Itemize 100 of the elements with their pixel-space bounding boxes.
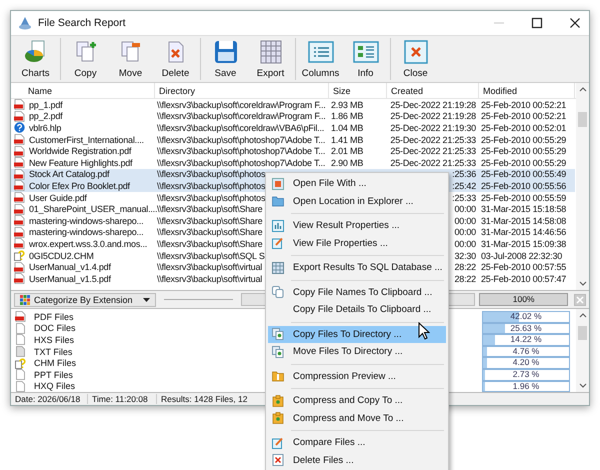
column-header[interactable]: Directory [155, 83, 329, 98]
close-icon[interactable] [569, 17, 581, 29]
menu-item[interactable]: Export Results To SQL Database ... [268, 259, 446, 276]
app-logo-icon [18, 16, 32, 30]
column-header[interactable]: Name [11, 83, 155, 98]
table-cell: 1.86 MB [331, 111, 364, 122]
table-cell: \\flexsrv3\backup\soft\coreldraw\VBA6\pFil... [157, 122, 324, 133]
share-label: 42.02 % [509, 312, 543, 322]
toolbar-button[interactable]: Export [248, 36, 293, 82]
pdf-file-icon [14, 262, 25, 273]
column-header[interactable]: Size [329, 83, 387, 98]
table-cell[interactable]: UserManual_v1.5.pdf [29, 274, 111, 284]
pdf-file-icon [14, 215, 25, 226]
pdf-file-icon [14, 238, 25, 250]
menu-item[interactable]: Compress and Copy To ... [268, 392, 446, 410]
column-header[interactable]: Created [387, 83, 479, 98]
table-cell: 28:22 [454, 262, 476, 272]
scroll-thumb[interactable] [578, 112, 587, 127]
edit-icon [272, 436, 284, 449]
scroll-up-icon[interactable] [578, 312, 586, 318]
table-cell[interactable]: vblr6.hlp [29, 122, 62, 133]
menu-item[interactable]: View Result Properties ... [268, 217, 446, 234]
status-text: Date: 2026/06/18 [11, 394, 88, 404]
column-header[interactable]: Modified [479, 83, 575, 98]
window-title: File Search Report [38, 17, 126, 29]
toolbar-button[interactable]: Charts [13, 36, 58, 82]
menu-item[interactable]: Copy Files To Directory ... [268, 326, 446, 343]
menu-item[interactable]: Open File With ... [268, 175, 446, 192]
share-label: 2.73 % [512, 370, 540, 380]
menu-item[interactable]: Open Location in Explorer ... [268, 192, 446, 210]
scroll-down-icon[interactable] [578, 281, 586, 287]
menu-item[interactable]: Compression Preview ... [268, 368, 446, 385]
status-text: Results: 1428 Files, 12 [160, 394, 248, 404]
category-name[interactable]: HXQ Files [34, 381, 76, 392]
table-cell: :25:33 [452, 192, 476, 203]
toolbar-button[interactable]: Delete [153, 36, 198, 82]
list-icon [308, 40, 334, 64]
maximize-icon[interactable] [531, 17, 543, 29]
table-cell[interactable]: pp_1.pdf [29, 100, 62, 110]
table-cell[interactable]: UserManual_v1.4.pdf [29, 262, 111, 272]
archive-icon [272, 412, 284, 424]
pdf-file-icon [14, 99, 25, 110]
table-cell: \\flexsrv3\backup\soft\Share [157, 216, 262, 226]
category-name[interactable]: HXS Files [34, 334, 74, 345]
toolbar-button[interactable]: Info [343, 36, 388, 82]
table-cell[interactable]: mastering-windows-sharepo... [29, 216, 144, 226]
table-cell[interactable]: User Guide.pdf [29, 192, 87, 203]
table-cell: \\flexsrv3\backup\soft\photos [157, 169, 266, 180]
category-name[interactable]: CHM Files [34, 358, 76, 368]
caret-icon [142, 298, 150, 302]
pdf-file-icon [14, 168, 25, 180]
toolbar-button[interactable]: Move [108, 36, 153, 82]
archive-icon [272, 370, 284, 382]
menu-item[interactable]: Copy File Names To Clipboard ... [268, 284, 446, 301]
table-cell[interactable]: 0GI5CDU2.CHM [29, 250, 94, 261]
table-cell: 25-Dec-2022 21:19:28 [390, 100, 476, 110]
table-cell[interactable]: CustomerFirst_International.... [29, 134, 144, 145]
table-cell[interactable]: 01_SharePoint_USER_manual.... [29, 204, 158, 214]
pdf-file-icon [14, 180, 25, 192]
scrollbar[interactable] [576, 309, 589, 392]
table-cell: \\flexsrv3\backup\soft\photos [157, 180, 266, 191]
table-cell: 28:22 [454, 274, 476, 284]
table-cell[interactable]: pp_2.pdf [29, 111, 62, 122]
toolbar-button[interactable]: Close [393, 36, 438, 82]
scrollbar[interactable] [576, 83, 589, 290]
toolbar-button[interactable]: Save [203, 36, 248, 82]
table-icon [272, 262, 284, 274]
menu-item[interactable]: Delete Files ... [268, 452, 446, 469]
pdf-file-icon [14, 110, 25, 122]
table-cell[interactable]: New Feature Highlights.pdf [29, 158, 132, 168]
scroll-up-icon[interactable] [578, 86, 586, 92]
scroll-thumb[interactable] [578, 326, 587, 340]
table-cell: 25-Dec-2022 21:25:33 [390, 158, 476, 168]
menu-item[interactable]: Compare Files ... [268, 434, 446, 452]
category-name[interactable]: TXT Files [34, 346, 72, 357]
table-cell: 25-Dec-2022 21:19:28 [390, 111, 476, 122]
table-cell[interactable]: Worldwide Registration.pdf [29, 146, 132, 156]
app-icon [272, 178, 284, 190]
toolbar-button[interactable]: Columns [298, 36, 343, 82]
table-cell: 31-Mar-2015 15:09:38 [481, 238, 566, 249]
menu-item[interactable]: Move Files To Directory ... [268, 343, 446, 360]
category-name[interactable]: PDF Files [34, 312, 74, 322]
share-label: 4.20 % [512, 358, 540, 368]
category-name[interactable]: DOC Files [34, 323, 76, 334]
help-file-icon [15, 358, 26, 369]
menu-item[interactable]: Copy File Details To Clipboard ... [268, 301, 446, 318]
table-cell: 2.93 MB [331, 100, 364, 110]
delete-icon [272, 454, 284, 466]
table-cell: 25-Feb-2010 00:52:01 [481, 122, 566, 133]
category-dropdown[interactable]: Categorize By Extension [14, 292, 156, 306]
table-cell[interactable]: wrox.expert.wss.3.0.and.mos... [29, 238, 148, 249]
toolbar-button[interactable]: Copy [63, 36, 108, 82]
scroll-down-icon[interactable] [578, 383, 586, 389]
table-cell: 32:30 [454, 250, 476, 261]
category-name[interactable]: PPT Files [34, 370, 73, 380]
menu-item[interactable]: Compress and Move To ... [268, 410, 446, 427]
table-cell: \\flexsrv3\backup\soft\SQL S [157, 250, 265, 261]
menu-item[interactable]: View File Properties ... [268, 234, 446, 252]
table-cell[interactable]: mastering-windows-sharepo... [29, 227, 144, 238]
table-cell: 31-Mar-2015 14:46:56 [481, 227, 566, 238]
